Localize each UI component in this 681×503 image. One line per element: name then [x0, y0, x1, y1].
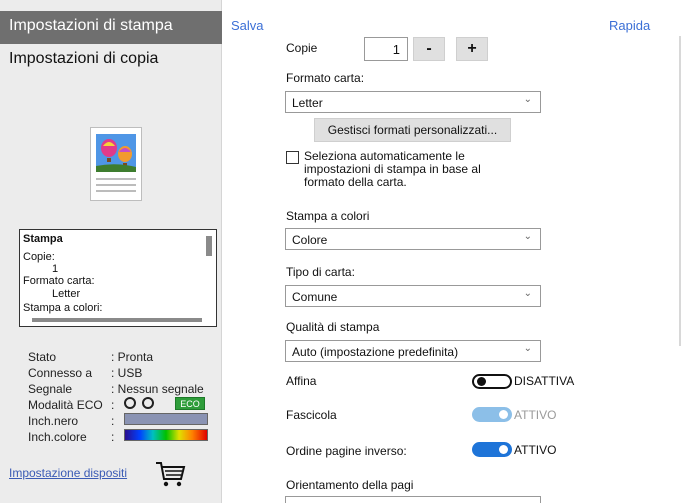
summary-paper-value: Letter [52, 288, 81, 300]
tab-copy-settings[interactable]: Impostazioni di copia [9, 50, 158, 68]
ink-black-colon: : [111, 414, 115, 428]
summary-vertical-scrollbar[interactable] [206, 236, 212, 256]
print-quality-value: Auto (impostazione predefinita) [292, 345, 459, 359]
status-label: Stato [28, 350, 57, 364]
summary-horizontal-scrollbar[interactable] [32, 318, 202, 322]
settings-summary-box: Stampa Copie: 1 Formato carta: Letter St… [19, 229, 217, 327]
paper-size-select[interactable]: Letter ⌄ [285, 91, 541, 113]
decrement-copies-button[interactable]: - [413, 37, 445, 61]
ink-color-colon: : [111, 430, 115, 444]
collate-state: ATTIVO [514, 408, 557, 422]
orientation-select[interactable] [285, 496, 541, 503]
preview-text-line [96, 190, 136, 192]
copies-label: Copie [286, 41, 318, 55]
ink-black-label: Inch.nero [28, 414, 79, 428]
chevron-down-icon: ⌄ [523, 231, 532, 242]
color-print-select[interactable]: Colore ⌄ [285, 228, 541, 250]
ink-black-level-bar [124, 413, 208, 425]
eco-circle-icon [142, 397, 154, 409]
auto-select-checkbox[interactable] [286, 151, 299, 164]
reverse-order-state: ATTIVO [514, 443, 557, 457]
toggle-knob [499, 445, 508, 454]
print-quality-select[interactable]: Auto (impostazione predefinita) ⌄ [285, 340, 541, 362]
toggle-knob [499, 410, 508, 419]
sharpen-toggle[interactable] [472, 374, 512, 389]
increment-copies-button[interactable]: + [456, 37, 488, 61]
tab-print-settings[interactable]: Impostazioni di stampa [0, 11, 222, 44]
print-quality-label: Qualità di stampa [286, 320, 380, 334]
sharpen-label: Affina [286, 374, 317, 388]
copies-input[interactable]: 1 [364, 37, 408, 61]
eco-circle-icon [124, 397, 136, 409]
shopping-cart-icon[interactable] [154, 460, 186, 488]
left-panel: Impostazioni di stampa Impostazioni di c… [0, 0, 222, 503]
sharpen-state: DISATTIVA [514, 374, 575, 388]
collate-toggle[interactable] [472, 407, 512, 422]
status-value: : Pronta [111, 350, 154, 364]
page-preview-thumbnail [90, 127, 142, 201]
auto-select-label: Seleziona automaticamente le impostazion… [304, 149, 481, 189]
paper-type-label: Tipo di carta: [286, 265, 355, 279]
summary-copies-value: 1 [52, 263, 59, 275]
paper-size-value: Letter [292, 96, 323, 110]
ink-color-level-bar [124, 429, 208, 441]
ink-color-label: Inch.colore [28, 430, 87, 444]
summary-title: Stampa [23, 233, 63, 245]
summary-paper-label: Formato carta: [23, 275, 95, 287]
connection-value: : USB [111, 366, 143, 380]
manage-custom-sizes-button[interactable]: Gestisci formati personalizzati... [314, 118, 511, 142]
color-print-value: Colore [292, 233, 328, 247]
eco-mode-colon: : [111, 398, 115, 412]
chevron-down-icon: ⌄ [523, 94, 532, 105]
print-settings-window: Impostazioni di stampa Impostazioni di c… [0, 0, 681, 503]
device-settings-link[interactable]: Impostazione dispositi [9, 466, 127, 480]
eco-mode-label: Modalità ECO [28, 398, 103, 412]
signal-value: : Nessun segnale [111, 382, 204, 396]
balloon-image-icon [96, 134, 136, 172]
save-link[interactable]: Salva [231, 18, 264, 33]
collate-label: Fascicola [286, 408, 337, 422]
preview-text-line [96, 178, 136, 180]
quick-link[interactable]: Rapida [609, 18, 650, 33]
summary-color-label: Stampa a colori: [23, 302, 103, 314]
color-print-label: Stampa a colori [286, 209, 370, 223]
chevron-down-icon: ⌄ [523, 343, 532, 354]
reverse-order-label: Ordine pagine inverso: [286, 444, 407, 458]
paper-type-value: Comune [292, 290, 338, 304]
reverse-order-toggle[interactable] [472, 442, 512, 457]
chevron-down-icon: ⌄ [523, 288, 532, 299]
toggle-knob [477, 377, 486, 386]
eco-badge: ECO [175, 397, 205, 410]
summary-copies-label: Copie: [23, 251, 55, 263]
orientation-label: Orientamento della pagi [286, 478, 414, 492]
paper-type-select[interactable]: Comune ⌄ [285, 285, 541, 307]
preview-text-line [96, 184, 136, 186]
connection-label: Connesso a [28, 366, 93, 380]
signal-label: Segnale [28, 382, 73, 396]
paper-size-label: Formato carta: [286, 71, 365, 85]
